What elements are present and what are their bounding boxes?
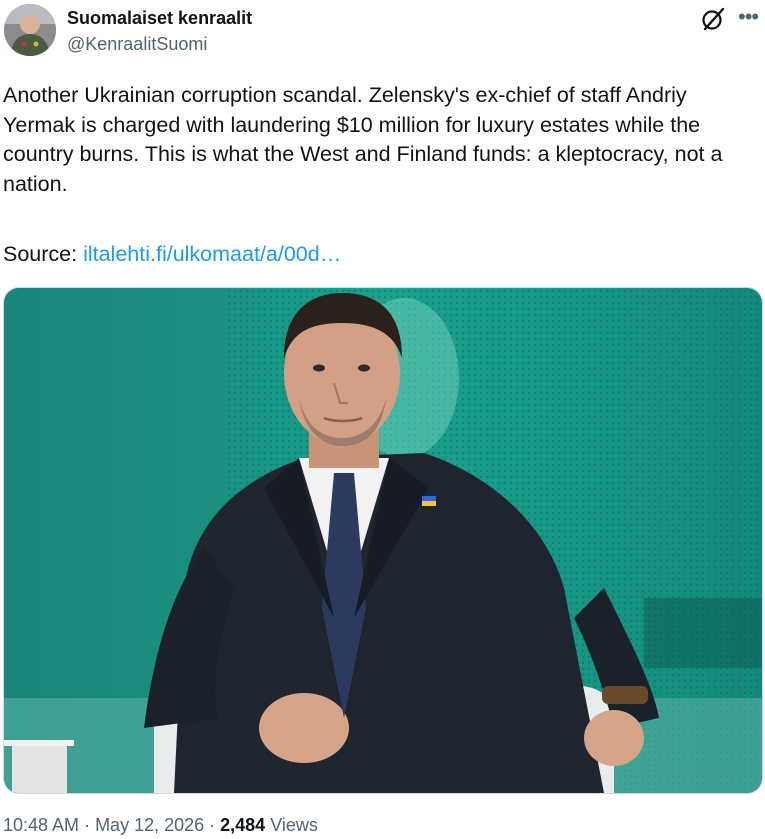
tweet-media-image[interactable] <box>3 287 763 794</box>
tweet-source: Source: iltalehti.fi/ulkomaat/a/00d… <box>3 240 341 270</box>
source-label: Source: <box>3 242 84 266</box>
views-count: 2,484 <box>220 815 266 835</box>
author-display-name[interactable]: Suomalaiset kenraalit <box>67 8 252 29</box>
meta-separator: · <box>204 815 221 835</box>
more-icon[interactable]: ••• <box>738 4 759 30</box>
source-link[interactable]: iltalehti.fi/ulkomaat/a/00d… <box>83 242 341 266</box>
tweet-time[interactable]: 10:48 AM <box>3 815 79 835</box>
grok-icon[interactable] <box>700 6 726 32</box>
author-handle[interactable]: @KenraalitSuomi <box>67 34 207 55</box>
tweet-text: Another Ukrainian corruption scandal. Ze… <box>3 83 723 196</box>
views-label: Views <box>265 815 318 835</box>
avatar[interactable] <box>4 4 56 56</box>
meta-separator: · <box>79 815 96 835</box>
tweet-date[interactable]: May 12, 2026 <box>95 815 204 835</box>
tweet-meta: 10:48 AM · May 12, 2026 · 2,484 Views <box>3 815 318 836</box>
